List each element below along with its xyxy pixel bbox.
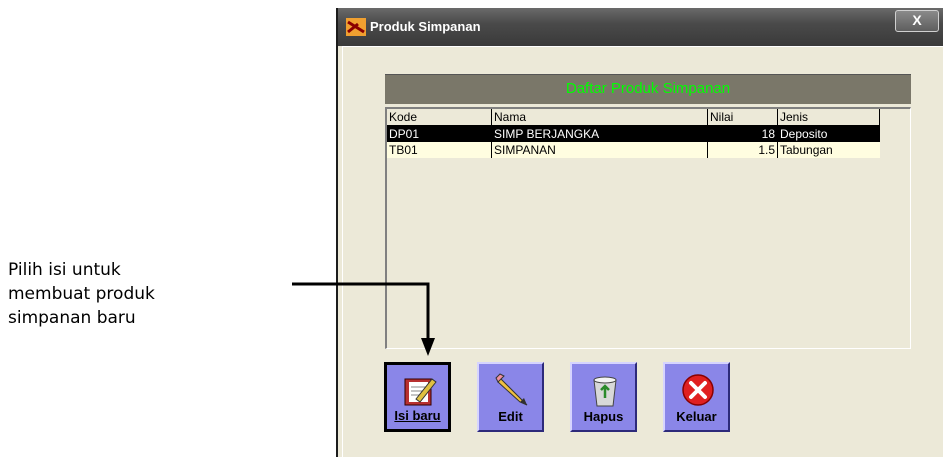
pointer-arrow <box>292 282 435 356</box>
